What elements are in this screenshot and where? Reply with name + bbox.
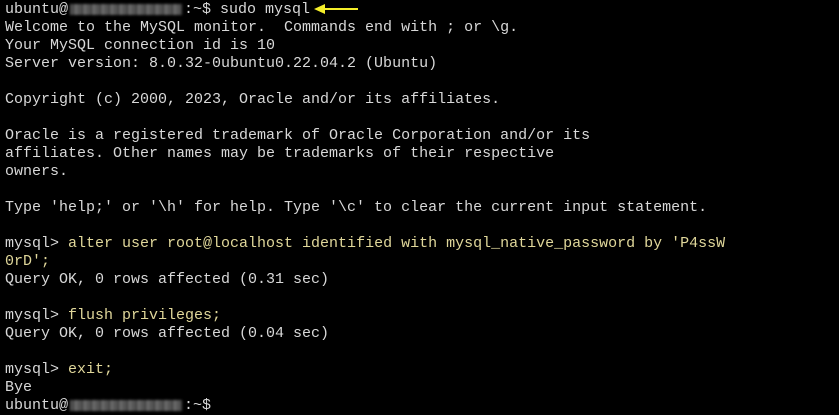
exit-line: mysql> exit; bbox=[5, 361, 839, 379]
alter-user-line-2: 0rD'; bbox=[5, 253, 839, 271]
exit-command: exit; bbox=[68, 361, 114, 378]
alter-user-command: alter user root@localhost identified wit… bbox=[68, 235, 726, 252]
server-version-line: Server version: 8.0.32-0ubuntu0.22.04.2 … bbox=[5, 55, 438, 72]
prompt-suffix: :~$ bbox=[184, 397, 212, 414]
alter-user-line-1: mysql> alter user root@localhost identif… bbox=[5, 235, 839, 253]
help-line: Type 'help;' or '\h' for help. Type '\c'… bbox=[5, 199, 708, 216]
host-user: ubuntu@ bbox=[5, 1, 69, 18]
flush-command: flush privileges; bbox=[68, 307, 222, 324]
flush-line: mysql> flush privileges; bbox=[5, 307, 839, 325]
prompt-suffix: :~$ bbox=[184, 1, 212, 18]
mysql-prompt: mysql> bbox=[5, 307, 69, 324]
trademark-line-1: Oracle is a registered trademark of Orac… bbox=[5, 127, 591, 144]
terminal-window[interactable]: ubuntu@ :~$ sudo mysql Welcome to the MyS… bbox=[0, 0, 839, 415]
connection-line: Your MySQL connection id is 10 bbox=[5, 37, 276, 54]
copyright-line: Copyright (c) 2000, 2023, Oracle and/or … bbox=[5, 91, 501, 108]
host-user: ubuntu@ bbox=[5, 397, 69, 414]
prompt-line-final[interactable]: ubuntu@ :~$ bbox=[5, 397, 839, 415]
redacted-hostname bbox=[70, 3, 183, 15]
welcome-line: Welcome to the MySQL monitor. Commands e… bbox=[5, 19, 519, 36]
alter-result-line: Query OK, 0 rows affected (0.31 sec) bbox=[5, 271, 330, 288]
redacted-hostname bbox=[70, 399, 183, 411]
trademark-line-2: affiliates. Other names may be trademark… bbox=[5, 145, 555, 162]
alter-user-command-cont: 0rD'; bbox=[5, 253, 51, 270]
arrow-left-icon bbox=[314, 1, 360, 19]
bye-line: Bye bbox=[5, 379, 33, 396]
trademark-line-3: owners. bbox=[5, 163, 69, 180]
prompt-line-1: ubuntu@ :~$ sudo mysql bbox=[5, 1, 839, 19]
mysql-prompt: mysql> bbox=[5, 235, 69, 252]
sudo-mysql-command: sudo mysql bbox=[211, 1, 311, 18]
mysql-prompt: mysql> bbox=[5, 361, 69, 378]
flush-result-line: Query OK, 0 rows affected (0.04 sec) bbox=[5, 325, 330, 342]
